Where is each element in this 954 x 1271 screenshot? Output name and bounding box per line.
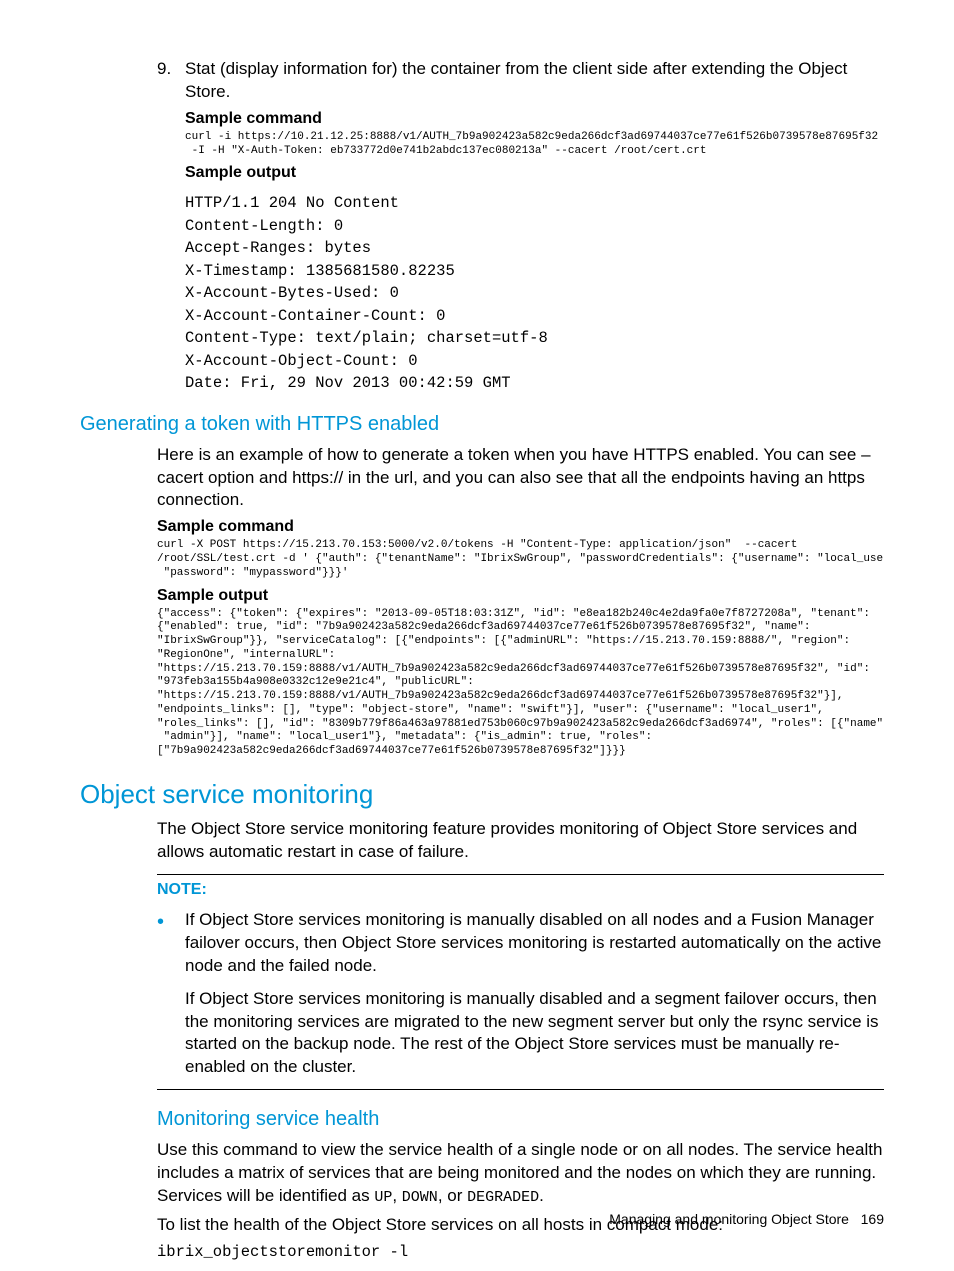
status-up: UP	[374, 1189, 392, 1206]
sample-command-label: Sample command	[185, 110, 884, 128]
subsection-heading-health: Monitoring service health	[157, 1108, 884, 1131]
token-sample-command: curl -X POST https://15.213.70.153:5000/…	[157, 539, 884, 580]
bullet-icon: •	[157, 909, 185, 978]
token-sample-output: {"access": {"token": {"expires": "2013-0…	[157, 608, 884, 759]
health-p1: Use this command to view the service hea…	[157, 1139, 884, 1208]
sample-command-label: Sample command	[157, 518, 884, 536]
document-page: 9. Stat (display information for) the co…	[0, 0, 954, 1271]
step-text: Stat (display information for) the conta…	[185, 58, 884, 104]
note-text-2: If Object Store services monitoring is m…	[185, 988, 884, 1080]
status-down: DOWN	[402, 1189, 438, 1206]
sample-output-code: HTTP/1.1 204 No Content Content-Length: …	[185, 192, 884, 394]
sample-output-label: Sample output	[157, 587, 884, 605]
section-heading-token: Generating a token with HTTPS enabled	[80, 413, 884, 436]
health-command: ibrix_objectstoremonitor -l	[157, 1243, 884, 1262]
section-heading-monitoring: Object service monitoring	[80, 779, 884, 810]
note-rule-bottom	[157, 1089, 884, 1090]
monitoring-intro: The Object Store service monitoring feat…	[157, 818, 884, 864]
sample-command-code: curl -i https://10.21.12.25:8888/v1/AUTH…	[185, 131, 884, 159]
note-text-1: If Object Store services monitoring is m…	[185, 909, 884, 978]
step-number: 9.	[157, 58, 185, 104]
step-9: 9. Stat (display information for) the co…	[157, 58, 884, 395]
footer-page-number: 169	[861, 1211, 884, 1227]
token-intro: Here is an example of how to generate a …	[157, 444, 884, 513]
note-block: NOTE: • If Object Store services monitor…	[157, 874, 884, 1091]
footer-title: Managing and monitoring Object Store	[609, 1211, 849, 1227]
page-footer: Managing and monitoring Object Store 169	[609, 1211, 884, 1227]
status-degraded: DEGRADED	[467, 1189, 539, 1206]
note-label: NOTE:	[157, 881, 884, 899]
sample-output-label: Sample output	[185, 164, 884, 182]
note-rule-top	[157, 874, 884, 875]
